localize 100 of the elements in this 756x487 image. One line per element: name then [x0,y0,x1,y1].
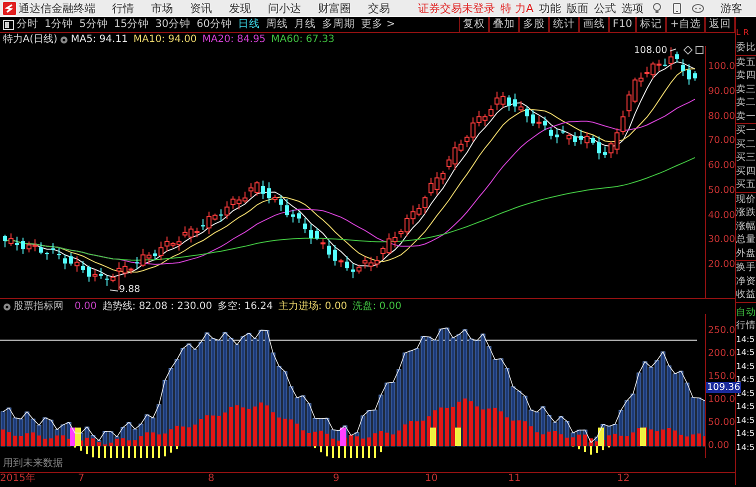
menu-item[interactable]: 行情 [112,2,134,16]
trade-time: 14:5 [736,414,756,426]
menu-item[interactable]: 交易 [368,2,390,16]
mode-label[interactable]: 自动 [736,306,756,319]
candle [549,127,553,140]
toolbar-button[interactable]: F10 [608,17,636,32]
candle [566,132,572,146]
candle [584,132,590,149]
candle [597,136,601,160]
menu-item[interactable]: 财富圈 [318,2,351,16]
bulb-icon[interactable] [652,3,662,14]
quote-field-label: 买四 [736,164,756,178]
candle [291,209,295,223]
menu-item[interactable]: 发现 [229,2,251,16]
candle [333,244,337,266]
price-axis-label: 50.00 [708,184,736,196]
quote-field-label: 买三 [736,151,756,164]
candle [201,218,205,230]
period-tab[interactable]: 5分钟 [79,18,108,31]
menu-item[interactable]: 公式 [594,2,616,16]
candle [267,182,271,204]
app-logo-icon [2,2,16,15]
period-tab[interactable]: 1分钟 [44,18,74,31]
indicator-axis-label: 100.0 [708,394,736,406]
menu-item[interactable]: 问小达 [268,2,301,16]
quote-field-label: 买一 [736,124,756,138]
quote-field-label: 卖三 [736,82,756,96]
leader-line [110,290,118,292]
indicator-value: 趋势线: 82.08 : 230.00 [102,301,212,313]
login-status: 证券交易未登录 [418,2,495,16]
candle [525,106,529,123]
panel-corner-mark: R [743,28,749,39]
candle [555,128,559,144]
price-axis-label: 60.00 [708,160,736,172]
period-tab[interactable]: 更多 > [361,18,396,31]
user-label[interactable]: 游客 [720,2,742,16]
candle [153,249,157,260]
candle [675,51,679,63]
toolbar-button[interactable]: 统计 [548,17,579,32]
period-tab[interactable]: 周线 [266,18,288,31]
menu-item[interactable]: 市场 [151,2,173,16]
toolbar-button[interactable]: 多股 [518,17,549,32]
trade-time: 14:5 [736,360,756,372]
gear-icon[interactable] [2,303,11,311]
candle [603,146,607,158]
candle [99,267,103,280]
quote-field-label: 买五 [736,178,756,192]
indicator-value: 多空: 16.24 [218,301,273,313]
window-toggle-icon[interactable] [2,20,14,30]
candle [687,64,691,86]
candle [681,58,685,76]
period-tab[interactable]: 60分钟 [196,18,232,31]
chart-title: 特力A(日线) [2,34,58,46]
gear-icon[interactable] [60,36,68,44]
toolbar-button[interactable]: 返回 [705,17,735,32]
toolbar-button[interactable]: 画线 [578,17,609,32]
period-tab[interactable]: 30分钟 [155,18,191,31]
trade-time: 14:5 [736,346,756,359]
quote-field-label: 卖四 [736,69,756,82]
date-axis-label: 12 [617,473,630,485]
candle [345,256,349,272]
candle [21,237,25,254]
menu-item[interactable]: 功能 [539,2,561,16]
period-tab[interactable]: 分时 [16,18,38,31]
period-tab[interactable]: 日线 [238,18,260,31]
moving-average-label: MA5: 94.11 [70,34,128,46]
menu-item[interactable]: 选项 [622,2,644,16]
toolbar-button[interactable]: 叠加 [488,17,519,32]
quote-field-label: 委比 [736,41,756,54]
panel-corner-mark: L [736,28,740,39]
toolbar-button[interactable]: +自选 [666,17,705,32]
period-tab[interactable]: 多周期 [322,18,355,31]
candle [92,268,98,282]
moving-average-label: MA60: 67.33 [271,34,335,46]
candle [320,238,326,250]
quote-field-label: 外盘 [736,246,756,260]
period-tab[interactable]: 月线 [294,18,316,31]
phone-icon[interactable] [672,3,681,14]
menu-item[interactable]: 版面 [566,2,588,16]
toolbar-button[interactable]: 复权 [458,17,489,32]
menu-item[interactable]: 资讯 [190,2,212,16]
candle [309,224,313,244]
candle [39,242,43,255]
moving-average-label: MA20: 84.95 [202,34,266,46]
period-tab[interactable]: 15分钟 [114,18,150,31]
indicator-axis-label: 0.00 [708,440,730,452]
trade-time: 14:5 [736,440,756,454]
date-axis-label: 7 [78,473,84,485]
candle [579,129,583,145]
chat-icon[interactable] [692,4,704,13]
candle [297,211,301,224]
quote-field-label: 现价 [736,192,756,206]
candle [536,116,542,129]
candle [74,256,80,272]
toolbar-button[interactable]: 标记 [636,17,666,32]
price-axis-label: 100.0 [708,61,736,72]
candle [63,254,67,270]
candle [8,232,14,246]
indicator-axis-label: 50.00 [708,417,736,428]
chart-toggle-icon[interactable] [683,46,704,55]
